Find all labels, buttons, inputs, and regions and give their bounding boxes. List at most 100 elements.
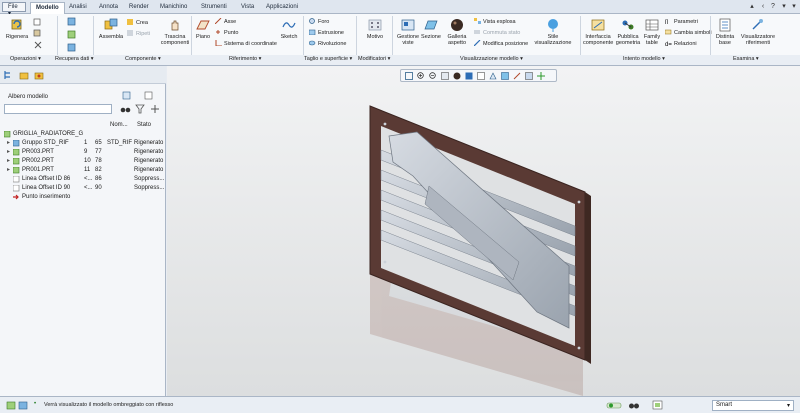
tree-row[interactable]: Linea Offset ID 86 <... 86 Soppress... (0, 175, 165, 183)
distinta-base-button[interactable]: Distinta base (713, 18, 737, 46)
window-menu-icon[interactable]: ▾ (790, 3, 798, 11)
rigenera-button[interactable]: Rigenera (4, 18, 30, 40)
expand-arrow-icon[interactable]: ▸ (7, 166, 10, 174)
interfaccia-button[interactable]: Interfaccia componente (583, 18, 613, 46)
vista-esplosa-label: Vista esplosa (483, 19, 516, 25)
insert-arrow-icon (13, 194, 19, 200)
visualizzatore-button[interactable]: Visualizzatore riferimenti (738, 18, 778, 46)
galleria-button[interactable]: Galleria aspetto (445, 18, 469, 46)
radiator-grille-model[interactable] (167, 66, 800, 396)
crea-button[interactable]: Crea (127, 19, 148, 27)
show-menu-icon[interactable] (144, 91, 156, 101)
tree-row[interactable]: ▸ Gruppo STD_RIF 1 65 STD_RIF Rigenerato (0, 139, 165, 147)
tree-row[interactable]: Linea Offset ID 90 <... 90 Soppress... (0, 184, 165, 192)
sistema-button[interactable]: Sistema di coordinate (215, 40, 277, 48)
motivo-button[interactable]: Motivo (364, 18, 386, 40)
selection-buffer-icon[interactable] (652, 400, 664, 411)
tree-row[interactable]: Punto inserimento (0, 193, 165, 201)
estrusione-button[interactable]: Estrusione (309, 29, 344, 37)
chevron-left-icon[interactable]: ‹ (759, 3, 767, 11)
foro-button[interactable]: Foro (309, 18, 329, 26)
ripeti-button[interactable]: Ripeti (127, 30, 150, 38)
punto-button[interactable]: Punto (215, 29, 238, 37)
tree-row[interactable]: ▸ PR003.PRT 9 77 Rigenerato (0, 148, 165, 156)
sketch-label: Sketch (280, 34, 298, 40)
modifica-posizione-button[interactable]: Modifica posizione (474, 40, 528, 48)
tab-vista[interactable]: Vista (236, 2, 259, 14)
create-icon (127, 19, 133, 25)
piano-button[interactable]: Piano (193, 18, 213, 40)
help-icon[interactable]: ? (769, 3, 777, 11)
group-intento-modello[interactable]: Intento modello ▾ (623, 56, 665, 62)
regenerate-icon (11, 19, 22, 30)
commuta-stato-button[interactable]: Commuta stato (474, 29, 520, 37)
group-operazioni[interactable]: Operazioni ▾ (10, 56, 41, 62)
tree-root-row[interactable]: GRIGLIA_RADIATORE_G (0, 130, 165, 138)
sezione-button[interactable]: Sezione (420, 18, 442, 40)
filter-icon[interactable] (135, 104, 145, 114)
favorites-icon[interactable] (34, 70, 44, 80)
group-visualizzazione-modello[interactable]: Visualizzazione modello ▾ (460, 56, 523, 62)
collapse-ribbon-icon[interactable]: ▴ (748, 3, 756, 11)
gestione-viste-button[interactable]: Gestione viste (395, 18, 421, 46)
tree-search-input[interactable] (4, 104, 112, 114)
column-header-nome[interactable]: Nom... (110, 122, 128, 128)
tree-row[interactable]: ▸ PR002.PRT 10 78 Rigenerato (0, 157, 165, 165)
tab-modello[interactable]: Modello (30, 2, 65, 14)
tab-applicazioni[interactable]: Applicazioni (261, 2, 303, 14)
pubblica-button[interactable]: Pubblica geometria (614, 18, 642, 46)
tab-analisi[interactable]: Analisi (64, 2, 92, 14)
family-table-button[interactable]: Family table (642, 18, 662, 46)
assembla-button[interactable]: Assembla (98, 18, 124, 40)
retrieve-icon-1[interactable] (67, 17, 77, 26)
tree-settings-icon[interactable] (122, 91, 134, 101)
expand-arrow-icon[interactable]: ▸ (7, 139, 10, 147)
copy-icon[interactable] (33, 18, 43, 26)
binoculars-icon[interactable] (120, 104, 132, 114)
selection-filter-select[interactable]: Smart ▾ (712, 400, 794, 411)
stile-button[interactable]: Stile visualizzazione (534, 18, 572, 46)
column-header-stato[interactable]: Stato (137, 122, 151, 128)
tree-row-id2: 86 (95, 176, 102, 182)
paste-icon[interactable] (33, 29, 43, 37)
group-taglio-superficie[interactable]: Taglio e superficie ▾ (304, 56, 352, 62)
group-componente[interactable]: Componente ▾ (125, 56, 161, 62)
retrieve-icon-3[interactable] (67, 43, 77, 52)
tree-root-label: GRIGLIA_RADIATORE_G (13, 131, 84, 137)
expand-arrow-icon[interactable]: ▸ (7, 148, 10, 156)
graphics-viewport[interactable] (167, 66, 800, 396)
group-riferimento[interactable]: Riferimento ▾ (229, 56, 261, 62)
asse-button[interactable]: Asse (215, 18, 236, 26)
rivoluzione-button[interactable]: Rivoluzione (309, 40, 346, 48)
tab-manichino[interactable]: Manichino (155, 2, 192, 14)
parametri-label: Parametri (674, 19, 698, 25)
tab-annota[interactable]: Annota (94, 2, 123, 14)
cambia-simboli-button[interactable]: Cambia simboli (665, 29, 712, 37)
trascina-button[interactable]: Trascina componenti (159, 18, 191, 46)
message-log-icon[interactable] (6, 401, 16, 410)
navigator-toggle-icon[interactable] (18, 401, 28, 410)
retrieve-icon-2[interactable] (67, 30, 77, 39)
folder-browser-icon[interactable] (19, 70, 29, 80)
assembla-label: Assembla (98, 34, 124, 40)
add-icon[interactable] (150, 104, 160, 114)
parametri-button[interactable]: [] Parametri (665, 18, 698, 26)
group-recupera-dati[interactable]: Recupera dati ▾ (55, 56, 94, 62)
pubblica-label: Pubblica geometria (615, 34, 641, 46)
vista-esplosa-button[interactable]: Vista esplosa (474, 18, 516, 26)
group-esamina[interactable]: Esamina ▾ (733, 56, 759, 62)
find-icon[interactable] (628, 400, 640, 411)
delete-icon[interactable] (33, 41, 43, 49)
relazioni-button[interactable]: d= Relazioni (665, 40, 697, 48)
sketch-button[interactable]: Sketch (278, 18, 300, 40)
dropdown-icon[interactable]: ▾ (780, 3, 788, 11)
group-modificatori[interactable]: Modificatori ▾ (358, 56, 390, 62)
ribbon-tab-bar: File ▾ Modello Analisi Annota Render Man… (0, 0, 800, 17)
tab-strumenti[interactable]: Strumenti (196, 2, 232, 14)
tree-row[interactable]: ▸ PR001.PRT 11 82 Rigenerato (0, 166, 165, 174)
file-menu[interactable]: File ▾ (2, 2, 26, 17)
expand-arrow-icon[interactable]: ▸ (7, 157, 10, 165)
tab-render[interactable]: Render (124, 2, 154, 14)
model-tree-tab-icon[interactable] (4, 70, 14, 80)
switch-symbols-icon (665, 29, 672, 35)
